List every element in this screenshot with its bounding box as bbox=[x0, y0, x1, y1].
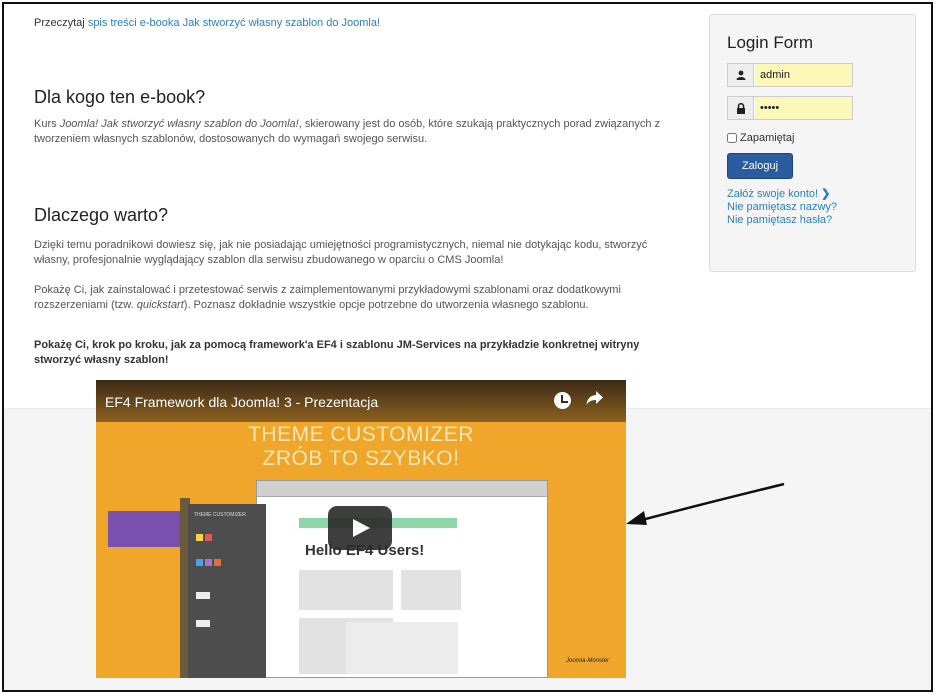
p2-end: ). Poznasz dokładnie wszystkie opcje pot… bbox=[183, 299, 589, 311]
intro-line: Przeczytaj spis treści e-booka Jak stwor… bbox=[34, 16, 684, 31]
swatch bbox=[205, 559, 212, 566]
page-frame: Przeczytaj spis treści e-booka Jak stwor… bbox=[2, 2, 933, 692]
quickstart-term: quickstart bbox=[136, 299, 184, 311]
brand-watermark: Joomla-Monster bbox=[566, 658, 610, 664]
username-input[interactable] bbox=[755, 64, 852, 86]
placeholder-box bbox=[401, 570, 461, 610]
swatch bbox=[196, 559, 203, 566]
login-button[interactable]: Zaloguj bbox=[727, 153, 793, 179]
banner-line1: THEME CUSTOMIZER bbox=[248, 423, 474, 446]
video-title[interactable]: EF4 Framework dla Joomla! 3 - Prezentacj… bbox=[105, 394, 378, 410]
remember-label: Zapamiętaj bbox=[740, 132, 795, 144]
password-field bbox=[727, 96, 853, 120]
swatch bbox=[205, 534, 212, 541]
video-player[interactable]: THEME CUSTOMIZER ZRÓB TO SZYBKO! THEME C… bbox=[96, 380, 626, 678]
login-form: Login Form Zapamiętaj Zaloguj Załóż swoj… bbox=[709, 14, 916, 272]
placeholder-box bbox=[346, 622, 458, 674]
customizer-panel-graphic: THEME CUSTOMIZER bbox=[188, 504, 266, 678]
login-links: Załóż swoje konto! ❯ Nie pamiętasz nazwy… bbox=[727, 188, 837, 227]
section2-paragraph1: Dzięki temu poradnikowi dowiesz się, jak… bbox=[34, 239, 648, 266]
section2-heading: Dlaczego warto? bbox=[34, 205, 169, 225]
lock-icon bbox=[728, 97, 754, 119]
ebook-toc-link[interactable]: spis treści e-booka Jak stworzyć własny … bbox=[88, 17, 380, 29]
password-input[interactable] bbox=[755, 97, 852, 119]
register-link-label: Załóż swoje konto! bbox=[727, 188, 819, 200]
video-tooltip-graphic bbox=[108, 511, 190, 547]
banner-line2: ZRÓB TO SZYBKO! bbox=[262, 447, 460, 470]
intro-prefix: Przeczytaj bbox=[34, 17, 85, 29]
clock-icon[interactable] bbox=[554, 392, 571, 409]
login-title: Login Form bbox=[727, 33, 813, 52]
video-banner: THEME CUSTOMIZER ZRÓB TO SZYBKO! bbox=[96, 423, 626, 471]
section1-text: Kurs Joomla! Jak stworzyć własny szablon… bbox=[34, 117, 674, 147]
forgot-username-link[interactable]: Nie pamiętasz nazwy? bbox=[727, 201, 837, 214]
chevron-right-icon: ❯ bbox=[821, 188, 831, 200]
swatch bbox=[196, 534, 203, 541]
remember-me[interactable]: Zapamiętaj bbox=[727, 132, 794, 144]
course-title: Joomla! Jak stworzyć własny szablon do J… bbox=[59, 118, 299, 130]
video-title-bar: EF4 Framework dla Joomla! 3 - Prezentacj… bbox=[96, 380, 626, 422]
section2-paragraph2: Pokażę Ci, jak zainstalować i przetestow… bbox=[34, 283, 679, 313]
swatch bbox=[214, 559, 221, 566]
user-icon bbox=[728, 64, 754, 86]
register-link[interactable]: Załóż swoje konto! ❯ bbox=[727, 188, 837, 201]
section1-heading: Dla kogo ten e-book? bbox=[34, 87, 206, 107]
remember-checkbox[interactable] bbox=[727, 133, 737, 143]
swatch bbox=[196, 620, 210, 627]
username-field bbox=[727, 63, 853, 87]
panel-label: THEME CUSTOMIZER bbox=[194, 512, 246, 518]
play-icon[interactable] bbox=[328, 506, 392, 550]
section2-paragraph3: Pokażę Ci, krok po kroku, jak za pomocą … bbox=[34, 339, 640, 366]
forgot-password-link[interactable]: Nie pamiętasz hasła? bbox=[727, 214, 837, 227]
share-icon[interactable] bbox=[586, 390, 604, 411]
main-content: Przeczytaj spis treści e-booka Jak stwor… bbox=[34, 16, 684, 366]
browser-toolbar bbox=[257, 481, 547, 497]
section1-text-start: Kurs bbox=[34, 118, 60, 130]
swatch bbox=[196, 592, 210, 599]
placeholder-box bbox=[299, 570, 393, 610]
arrow-annotation bbox=[626, 482, 785, 525]
